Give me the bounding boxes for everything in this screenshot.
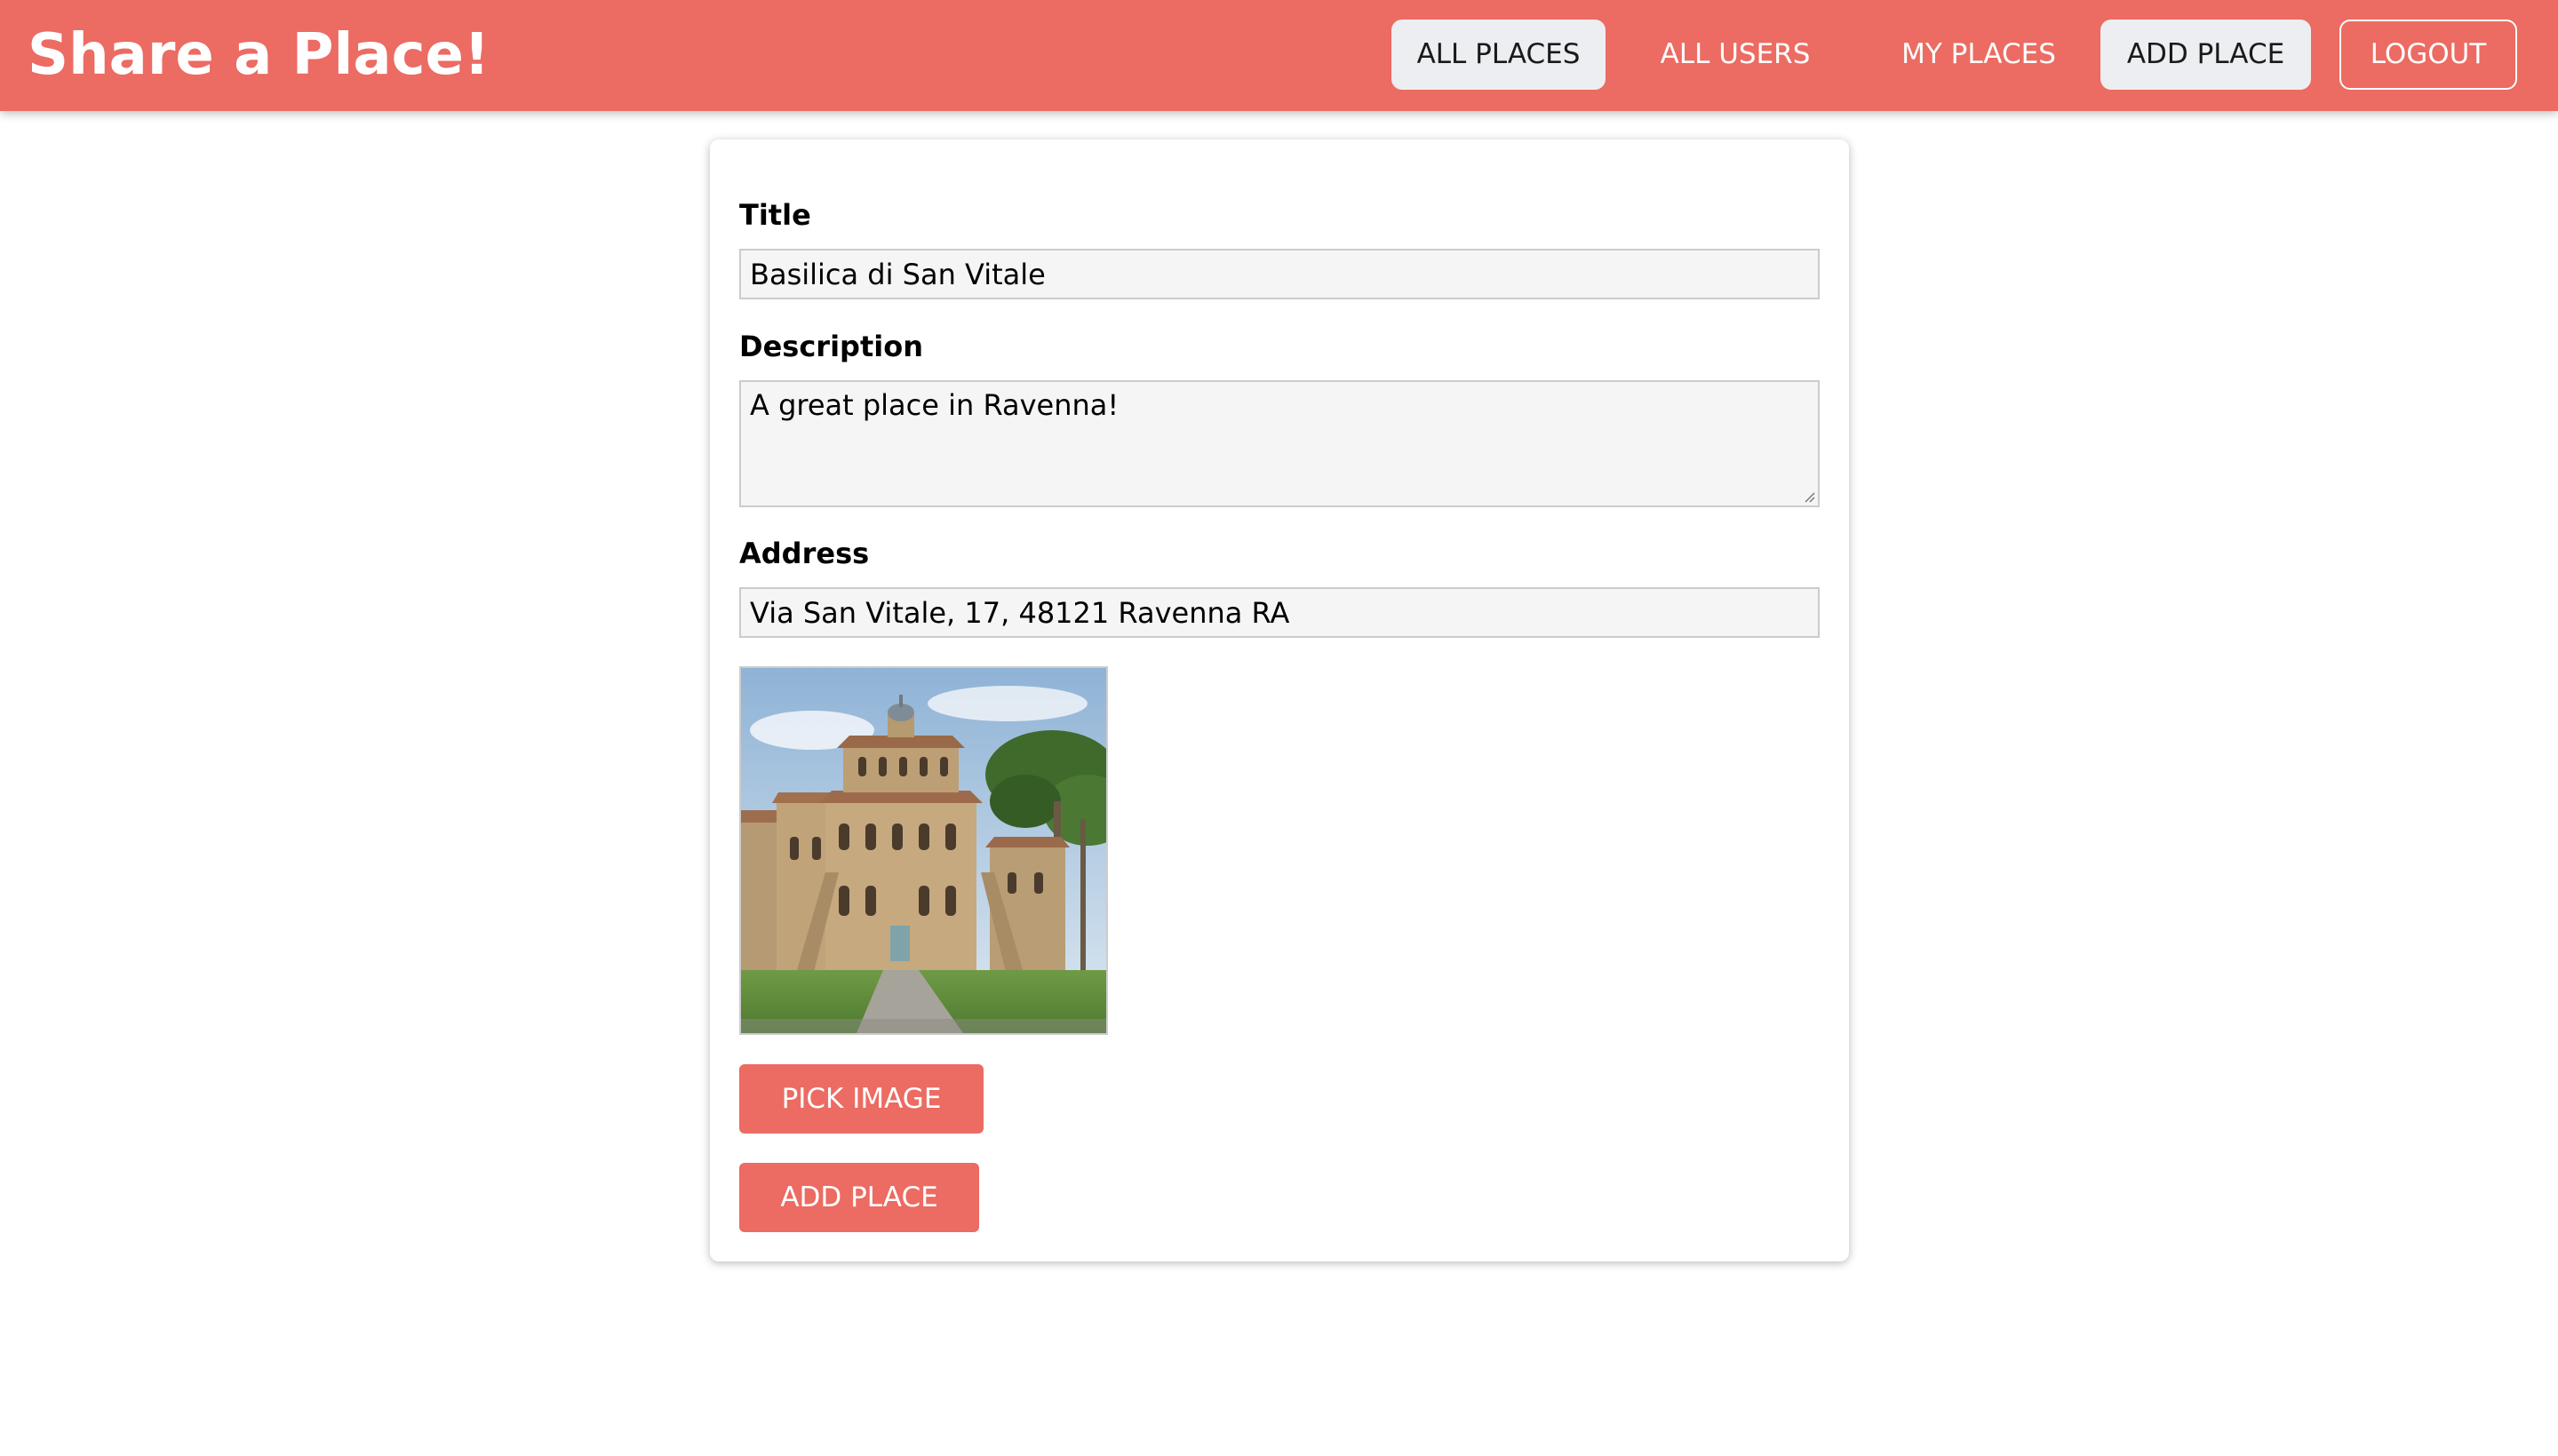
- resize-handle-icon[interactable]: [1803, 490, 1815, 503]
- basilica-photo: [741, 668, 1106, 1033]
- description-wrapper: A great place in Ravenna!: [739, 380, 1820, 507]
- main-header: Share a Place! ALL PLACES ALL USERS MY P…: [0, 0, 2558, 111]
- app-title[interactable]: Share a Place!: [28, 18, 490, 92]
- title-input[interactable]: [739, 249, 1820, 299]
- description-textarea[interactable]: A great place in Ravenna!: [739, 380, 1820, 507]
- pick-image-button[interactable]: PICK IMAGE: [739, 1064, 984, 1134]
- nav-all-users[interactable]: ALL USERS: [1632, 20, 1838, 90]
- address-input[interactable]: [739, 587, 1820, 638]
- title-label: Title: [739, 198, 811, 232]
- nav-all-places[interactable]: ALL PLACES: [1391, 20, 1606, 90]
- logout-button[interactable]: LOGOUT: [2339, 20, 2517, 90]
- description-label: Description: [739, 330, 923, 363]
- nav-my-places[interactable]: MY PLACES: [1868, 20, 2090, 90]
- add-place-submit-button[interactable]: ADD PLACE: [739, 1163, 979, 1232]
- image-preview: [739, 666, 1108, 1035]
- nav-add-place[interactable]: ADD PLACE: [2100, 20, 2311, 90]
- address-label: Address: [739, 537, 870, 570]
- new-place-form: Title Description A great place in Raven…: [710, 139, 1849, 1261]
